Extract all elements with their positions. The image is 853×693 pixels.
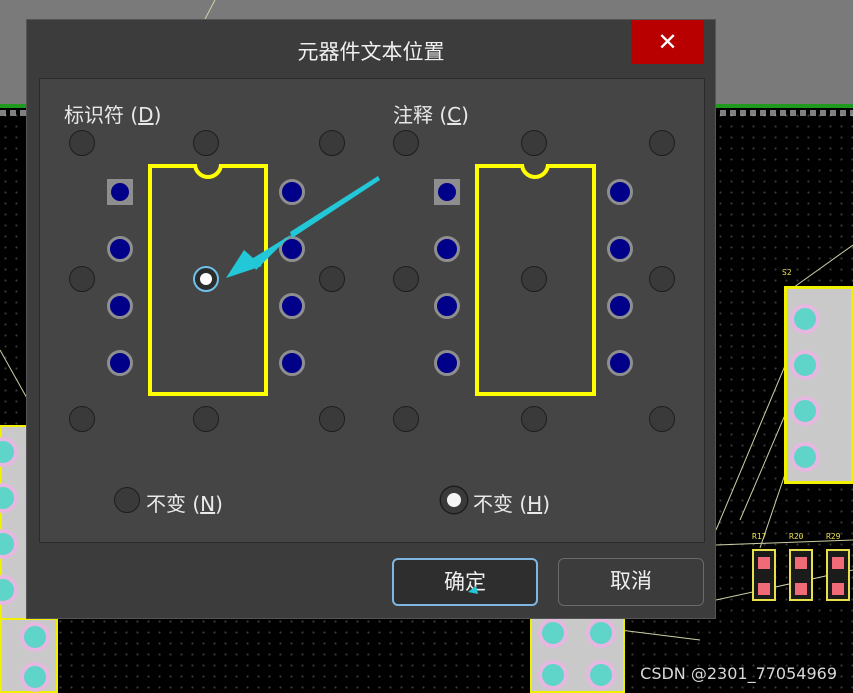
- close-icon: ✕: [657, 28, 678, 56]
- component-text-position-dialog: 元器件文本位置 ✕ 标识符 (D) 不变 (N) 注释 (C) 不变 (H) 确…: [26, 19, 716, 619]
- designator-pin-5: [279, 350, 305, 376]
- watermark: CSDN @2301_77054969: [640, 664, 837, 683]
- comment-pin-6: [607, 293, 633, 319]
- designator-bottom-center-radio[interactable]: [193, 406, 219, 432]
- comment-bottom-right-radio[interactable]: [649, 406, 675, 432]
- pcb-label-r17: R17: [752, 532, 767, 541]
- comment-pin-3: [434, 293, 460, 319]
- comment-pin-8: [607, 179, 633, 205]
- comment-bottom-left-radio[interactable]: [393, 406, 419, 432]
- designator-pin-8: [279, 179, 305, 205]
- comment-pin-4: [434, 350, 460, 376]
- ok-button[interactable]: 确定: [392, 558, 538, 606]
- pcb-label-s2: S2: [782, 268, 792, 277]
- designator-top-left-radio[interactable]: [69, 130, 95, 156]
- designator-pin-1: [107, 179, 133, 205]
- cancel-button[interactable]: 取消: [558, 558, 704, 606]
- dialog-title: 元器件文本位置: [297, 40, 445, 64]
- designator-middle-right-radio[interactable]: [319, 266, 345, 292]
- comment-label: 注释 (C): [393, 103, 469, 127]
- comment-no-change-label: 不变 (H): [473, 492, 551, 516]
- designator-pin-6: [279, 293, 305, 319]
- pcb-resistor-r20: [789, 549, 813, 601]
- comment-pin-1: [434, 179, 460, 205]
- comment-hotkey: C: [447, 103, 462, 127]
- comment-top-right-radio[interactable]: [649, 130, 675, 156]
- pcb-label-r29: R29: [826, 532, 841, 541]
- comment-top-left-radio[interactable]: [393, 130, 419, 156]
- comment-no-change-radio[interactable]: [441, 487, 467, 513]
- pcb-component-bottom: [530, 612, 625, 693]
- designator-hotkey: D: [138, 103, 154, 127]
- comment-chip-outline: [475, 164, 596, 396]
- options-panel: 标识符 (D) 不变 (N) 注释 (C) 不变 (H): [39, 78, 705, 543]
- pcb-component-left-lower: [0, 618, 58, 693]
- designator-pin-4: [107, 350, 133, 376]
- designator-bottom-left-radio[interactable]: [69, 406, 95, 432]
- designator-pin-3: [107, 293, 133, 319]
- designator-pin-2: [107, 236, 133, 262]
- comment-pin-7: [607, 236, 633, 262]
- designator-chip-outline: [148, 164, 268, 396]
- comment-middle-left-radio[interactable]: [393, 266, 419, 292]
- designator-no-change-label: 不变 (N): [146, 492, 223, 516]
- comment-bottom-center-radio[interactable]: [521, 406, 547, 432]
- pcb-component-s2: [784, 286, 853, 484]
- comment-pin-5: [607, 350, 633, 376]
- designator-bottom-right-radio[interactable]: [319, 406, 345, 432]
- designator-no-change-radio[interactable]: [114, 487, 140, 513]
- pcb-resistor-r17: [752, 549, 776, 601]
- designator-pin-7: [279, 236, 305, 262]
- close-button[interactable]: ✕: [631, 20, 704, 64]
- comment-middle-right-radio[interactable]: [649, 266, 675, 292]
- designator-top-right-radio[interactable]: [319, 130, 345, 156]
- designator-top-center-radio[interactable]: [193, 130, 219, 156]
- comment-pin-2: [434, 236, 460, 262]
- designator-middle-left-radio[interactable]: [69, 266, 95, 292]
- comment-top-center-radio[interactable]: [521, 130, 547, 156]
- designator-label: 标识符 (D): [64, 103, 162, 127]
- pcb-resistor-r29: [826, 549, 850, 601]
- pcb-label-r20: R20: [789, 532, 804, 541]
